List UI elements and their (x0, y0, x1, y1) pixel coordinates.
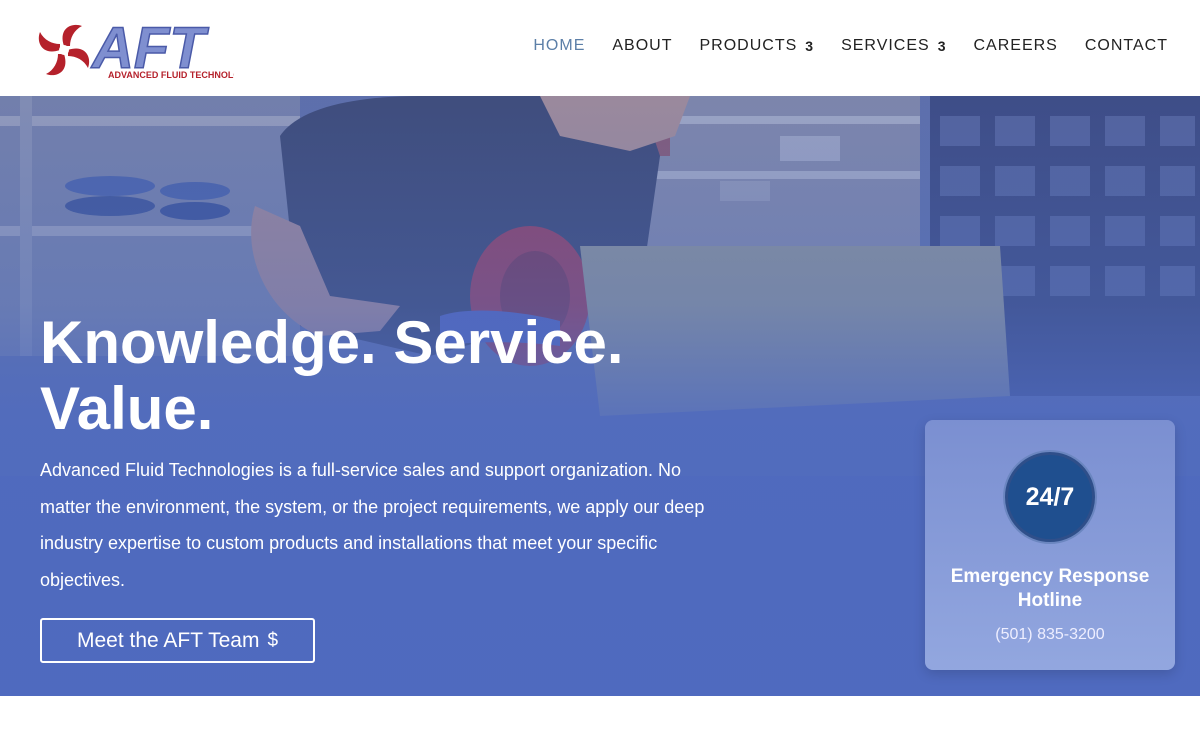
meet-team-button-label: Meet the AFT Team (76, 628, 260, 652)
meet-team-button[interactable]: Meet the AFT Team $ (40, 618, 315, 663)
main-nav: HOME ABOUT PRODUCTS 3 SERVICES 3 CAREERS C… (506, 37, 1168, 55)
hero-intro-text: Advanced Fluid Technologies is a full-se… (40, 460, 705, 590)
nav-home-label: HOME (533, 37, 586, 54)
nav-contact-label: CONTACT (1084, 37, 1168, 54)
hero-section: Knowledge. Service. Value. Advanced Flui… (0, 96, 1200, 696)
chevron-down-icon: 3 (937, 38, 947, 54)
aft-logo[interactable]: AFT ADVANCED FLUID TECHNOLOGIES (34, 14, 262, 84)
hotline-phone-link[interactable]: (501) 835-3200 (925, 626, 1175, 644)
hero-headline: Knowledge. Service. Value. (40, 310, 740, 442)
logo-subtext: ADVANCED FLUID TECHNOLOGIES (108, 70, 234, 80)
pinwheel-icon (38, 24, 90, 76)
nav-services-label: SERVICES (841, 37, 930, 54)
badge-24-7-text: 24/7 (1008, 455, 1092, 539)
nav-home[interactable]: HOME (533, 37, 585, 55)
emergency-hotline-card: 24/7 Emergency Response Hotline (501) 83… (925, 420, 1175, 670)
nav-about[interactable]: ABOUT (612, 37, 672, 55)
headline-line-2: Value. (40, 375, 214, 442)
hotline-title: Emergency Response Hotline (950, 566, 1150, 611)
nav-careers[interactable]: CAREERS (974, 37, 1058, 55)
nav-services[interactable]: SERVICES 3 (841, 37, 946, 55)
badge-24-7: 24/7 (1003, 450, 1097, 544)
nav-about-label: ABOUT (612, 37, 673, 54)
nav-products-label: PRODUCTS (699, 37, 798, 54)
site-header: AFT ADVANCED FLUID TECHNOLOGIES HOME ABO… (0, 0, 1200, 96)
aft-logo-graphic: AFT ADVANCED FLUID TECHNOLOGIES (38, 15, 262, 82)
nav-contact[interactable]: CONTACT (1085, 37, 1168, 55)
nav-careers-label: CAREERS (973, 37, 1058, 54)
arrow-right-icon: $ (267, 629, 279, 651)
nav-products[interactable]: PRODUCTS 3 (700, 37, 815, 55)
headline-line-1: Knowledge. Service. (40, 309, 624, 376)
chevron-down-icon: 3 (805, 38, 815, 54)
